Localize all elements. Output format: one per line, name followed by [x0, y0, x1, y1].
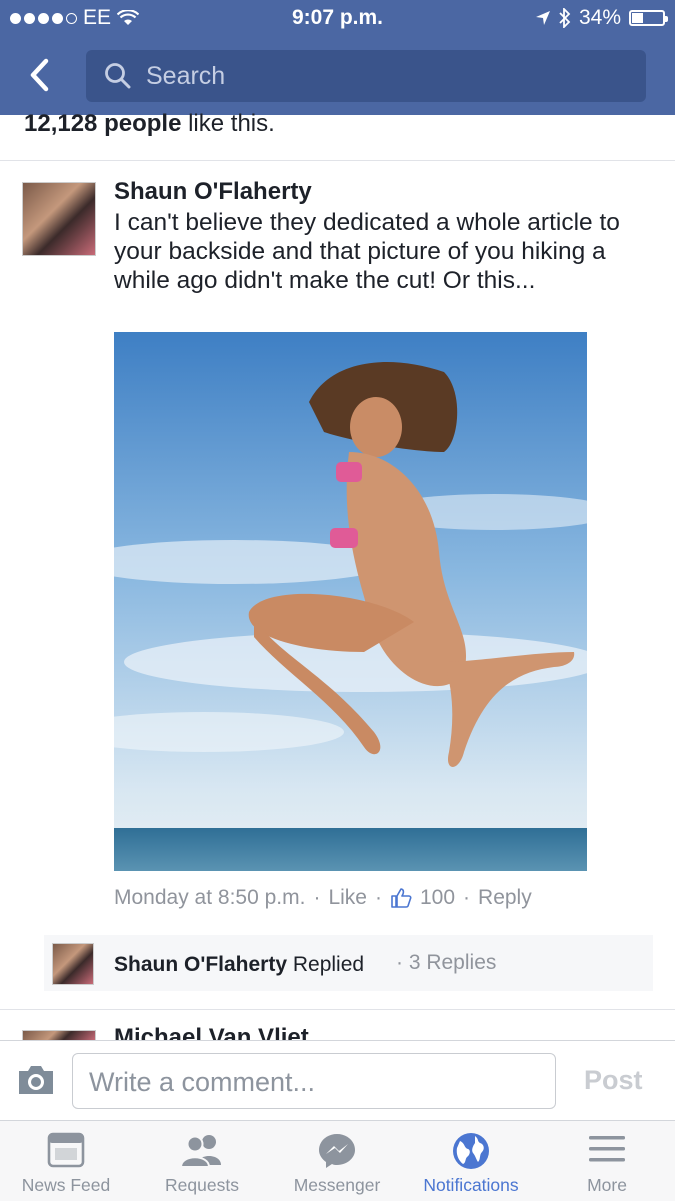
divider: [0, 160, 675, 161]
reply-button[interactable]: Reply: [478, 886, 532, 910]
location-icon: [535, 11, 550, 25]
search-icon: [105, 63, 131, 89]
avatar[interactable]: [22, 182, 96, 256]
replies-count-label: 3 Replies: [408, 951, 497, 974]
menu-icon: [589, 1136, 625, 1162]
tab-messenger[interactable]: Messenger: [270, 1121, 404, 1201]
comment-composer: Post: [0, 1040, 675, 1121]
tab-requests[interactable]: Requests: [135, 1121, 269, 1201]
reply-avatar: [52, 943, 94, 985]
reply-action: Replied: [287, 953, 365, 976]
globe-icon: [453, 1133, 489, 1169]
tab-label: Requests: [165, 1175, 239, 1195]
comment-photo[interactable]: [114, 332, 587, 871]
battery-icon: [629, 10, 668, 26]
comment-text: I can't believe they dedicated a whole a…: [114, 209, 620, 294]
search-bar[interactable]: [86, 50, 646, 102]
bluetooth-icon: [559, 8, 571, 28]
camera-icon[interactable]: [16, 1063, 56, 1097]
tab-notifications[interactable]: Notifications: [404, 1121, 538, 1201]
status-bar: EE 9:07 p.m. 34%: [0, 0, 675, 38]
messenger-icon: [319, 1134, 355, 1168]
news-feed-icon: [47, 1132, 85, 1168]
jumping-woman-beach-image: [114, 332, 587, 871]
replies-count[interactable]: · 3 Replies: [396, 951, 496, 975]
back-icon[interactable]: [24, 56, 60, 94]
reply-author: Shaun O'Flaherty: [114, 953, 288, 976]
divider: [0, 1009, 675, 1010]
tab-label: Notifications: [423, 1175, 519, 1195]
comment-author[interactable]: Shaun O'Flaherty: [114, 178, 312, 206]
battery-percent: 34%: [578, 6, 621, 29]
likes-summary[interactable]: 12,128 people like this.: [24, 110, 275, 138]
like-button[interactable]: Like: [328, 886, 367, 910]
post-button[interactable]: Post: [584, 1065, 643, 1096]
thumbs-up-icon[interactable]: [390, 887, 412, 909]
likes-count: 12,128 people: [24, 110, 182, 137]
tab-bar: News Feed Requests Messenger Notificatio…: [0, 1120, 675, 1201]
comment-meta: Monday at 8:50 p.m. · Like · 100 · Reply: [114, 886, 532, 910]
tab-news-feed[interactable]: News Feed: [0, 1121, 132, 1201]
comment-box[interactable]: [72, 1053, 556, 1109]
tab-label: News Feed: [21, 1175, 111, 1195]
search-input[interactable]: [144, 60, 628, 92]
comment-timestamp: Monday at 8:50 p.m.: [114, 886, 306, 909]
likes-suffix: like this.: [181, 110, 275, 137]
replies-summary[interactable]: Shaun O'Flaherty Replied · 3 Replies: [44, 935, 653, 991]
reply-author-line: Shaun O'Flaherty Replied: [114, 953, 364, 977]
tab-label: More: [587, 1175, 627, 1195]
friends-icon: [179, 1135, 221, 1168]
navigation-bar: EE 9:07 p.m. 34%: [0, 0, 675, 115]
comment-input[interactable]: [87, 1066, 531, 1099]
tab-label: Messenger: [293, 1175, 381, 1195]
tab-more[interactable]: More: [540, 1121, 674, 1201]
reaction-count[interactable]: 100: [420, 886, 455, 910]
